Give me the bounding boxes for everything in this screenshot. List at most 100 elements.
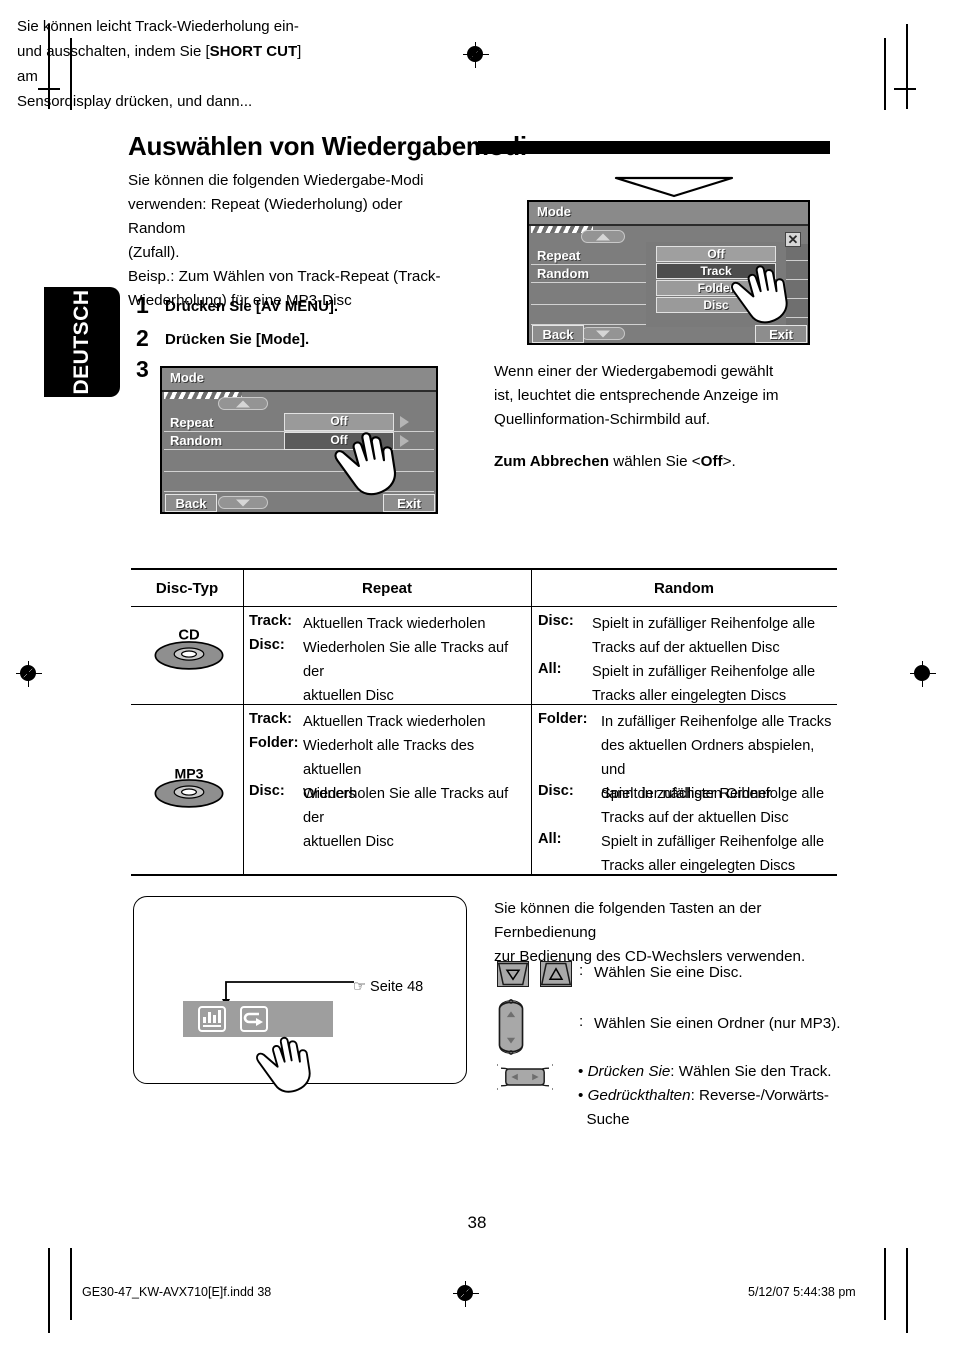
mp3-random-desc-1-line-2: des aktuellen Ordners abspielen, und <box>601 738 815 778</box>
registration-mark-bottom <box>453 1281 479 1307</box>
crop-mark-top-right-inner <box>884 38 886 110</box>
table-rule-header <box>131 606 837 607</box>
step-1-text: Drücken Sie [AV MENU]. <box>165 298 339 315</box>
chevron-up-icon-2 <box>596 233 610 240</box>
hand-cursor-icon-2 <box>731 265 788 324</box>
cd-random-desc-2: Spielt in zufälliger Reihenfolge alle Tr… <box>592 660 837 708</box>
screen-back-button-2[interactable]: Back <box>532 325 584 343</box>
mp3-random-term-2: Disc: <box>538 783 574 799</box>
cd-random-desc-1-line-2: Tracks auf der aktuellen Disc <box>592 640 780 656</box>
remote-bullet-1-rest: : Wählen Sie den Track. <box>670 1063 832 1080</box>
disc-down-button[interactable] <box>497 961 529 987</box>
mp3-disc-icon: MP3 <box>154 766 224 808</box>
step-2-text: Drücken Sie [Mode]. <box>165 331 310 348</box>
crop-mark-bottom-left-inner <box>70 1248 72 1320</box>
cancel-instruction-rest: wählen Sie < <box>609 453 701 470</box>
cancel-instruction: Zum Abbrechen wählen Sie <Off>. <box>494 450 834 474</box>
remote-bullet-1: • <box>578 1063 584 1080</box>
remote-bullet-2-rest: : Reverse-/Vorwärts- <box>690 1087 829 1104</box>
mp3-repeat-desc-2-line-1: Wiederholt alle Tracks des aktuellen <box>303 738 475 778</box>
mp3-repeat-desc-1-line-1: Aktuellen Track wiederholen <box>303 714 486 730</box>
screen-mockup-mode-step3: Mode Repeat Random Off Off Back Exit <box>160 366 438 514</box>
mp3-repeat-desc-1: Aktuellen Track wiederholen <box>303 710 528 734</box>
page-title: Auswählen von Wiedergabemodi <box>128 131 527 161</box>
cd-repeat-term-2: Disc: <box>249 637 285 653</box>
cd-random-term-2-text: All <box>538 661 557 677</box>
result-explanation: Wenn einer der Wiedergabemodi gewählt is… <box>494 360 824 432</box>
result-explanation-line-2: ist, leuchtet die entsprechende Anzeige … <box>494 387 779 404</box>
crop-mark-bottom-right-inner <box>884 1248 886 1320</box>
screen-back-button[interactable]: Back <box>165 494 217 512</box>
scroll-up-button-2[interactable] <box>581 230 625 243</box>
result-explanation-line-1: Wenn einer der Wiedergabemodi gewählt <box>494 363 774 380</box>
down-arrow-indicator <box>614 176 734 198</box>
remote-bullet-2: • <box>578 1087 584 1104</box>
cd-disc-icon: CD <box>154 627 224 670</box>
cd-repeat-term-2-text: Disc <box>249 637 280 653</box>
chevron-up-icon <box>236 400 250 407</box>
mp3-random-desc-2: Spielt in zufälliger Reihenfolge alle Tr… <box>601 782 837 830</box>
mp3-random-term-1: Folder: <box>538 711 588 727</box>
cancel-instruction-off: Off <box>700 453 723 470</box>
remote-colon-1: : <box>579 962 584 979</box>
screen-exit-button-2[interactable]: Exit <box>755 325 807 343</box>
crop-mark-right-top <box>894 88 916 90</box>
cd-random-desc-1: Spielt in zufälliger Reihenfolge alle Tr… <box>592 612 837 660</box>
cd-repeat-desc-2: Wiederholen Sie alle Tracks auf der aktu… <box>303 636 531 708</box>
intro-line-1: Sie können die folgenden Wiedergabe-Modi <box>128 172 424 189</box>
intro-line-2: verwenden: Repeat (Wiederholung) oder Ra… <box>128 196 403 237</box>
svg-text:MP3: MP3 <box>174 766 203 782</box>
mp3-random-desc-1-line-1: In zufälliger Reihenfolge alle Tracks <box>601 714 832 730</box>
footer-timestamp: 5/12/07 5:44:38 pm <box>748 1285 856 1299</box>
hand-cursor-icon <box>334 432 397 496</box>
scroll-down-button[interactable] <box>218 496 268 509</box>
remote-track-bullets: • Drücken Sie: Wählen Sie den Track. • G… <box>578 1060 838 1132</box>
step-2-number: 2 <box>136 325 149 351</box>
cd-repeat-desc-1-line-1: Aktuellen Track wiederholen <box>303 616 486 632</box>
screen-mockup-mode-dropdown: Mode Repeat Random Off Track Folder Disc… <box>527 200 810 345</box>
shortcut-note-line-1: Sie können leicht Track-Wiederholung ein… <box>17 18 299 35</box>
mp3-repeat-term-2-text: Folder <box>249 735 294 751</box>
scroll-down-button-2[interactable] <box>581 327 625 340</box>
hand-cursor-icon-3 <box>256 1036 311 1093</box>
scroll-up-button[interactable] <box>218 397 268 410</box>
crop-mark-top-right-outer <box>906 24 908 109</box>
disc-up-button[interactable] <box>540 961 572 987</box>
shortcut-note-line-3: Sensordisplay drücken, und dann... <box>17 93 253 110</box>
mp3-random-desc-3-line-1: Spielt in zufälliger Reihenfolge alle <box>601 834 825 850</box>
cd-repeat-desc-2-line-2: aktuellen Disc <box>303 688 394 704</box>
table-vline-1 <box>243 568 244 874</box>
shortcut-note-text: Sie können leicht Track-Wiederholung ein… <box>17 14 319 114</box>
page-reference-seite-48: ☞ Seite 48 <box>353 979 424 995</box>
remote-disc-text: Wählen Sie eine Disc. <box>594 964 743 981</box>
mp3-random-term-3-text: All <box>538 831 557 847</box>
cd-random-term-1-text: Disc <box>538 613 569 629</box>
table-header-repeat: Repeat <box>361 580 413 597</box>
cd-repeat-term-1: Track: <box>249 613 293 629</box>
mp3-repeat-term-1-text: Track <box>249 711 288 727</box>
crop-mark-bottom-left-outer <box>48 1248 50 1333</box>
chevron-down-icon-2 <box>596 330 610 337</box>
screen-row-repeat-label-2: Repeat <box>537 248 581 263</box>
svg-text:CD: CD <box>178 627 200 643</box>
cancel-instruction-tail: >. <box>722 453 736 470</box>
cancel-instruction-bold: Zum Abbrechen <box>494 453 610 470</box>
cd-random-desc-2-line-2: Tracks aller eingelegten Discs <box>592 688 787 704</box>
mp3-random-desc-2-line-1: Spielt in zufälliger Reihenfolge alle <box>601 786 825 802</box>
equalizer-icon <box>203 1010 221 1027</box>
cd-repeat-desc-1: Aktuellen Track wiederholen <box>303 612 528 636</box>
track-seek-button[interactable] <box>497 1063 553 1091</box>
folder-rocker-button[interactable] <box>497 998 525 1056</box>
sensor-key-eq-icon[interactable] <box>198 1006 226 1032</box>
mp3-repeat-desc-3-line-2: aktuellen Disc <box>303 834 394 850</box>
remote-intro-line-1: Sie können die folgenden Tasten an der F… <box>494 900 762 941</box>
mp3-repeat-term-3-text: Disc <box>249 783 280 799</box>
screen-row-repeat-label: Repeat <box>170 415 214 430</box>
close-icon[interactable]: ✕ <box>785 232 801 247</box>
chevron-down-icon <box>236 499 250 506</box>
screen-title: Mode <box>170 370 204 385</box>
table-vline-2 <box>531 568 532 874</box>
cd-repeat-term-1-text: Track <box>249 613 288 629</box>
language-tab-label: DEUTSCH <box>70 289 93 395</box>
mp3-random-term-1-text: Folder <box>538 711 583 727</box>
